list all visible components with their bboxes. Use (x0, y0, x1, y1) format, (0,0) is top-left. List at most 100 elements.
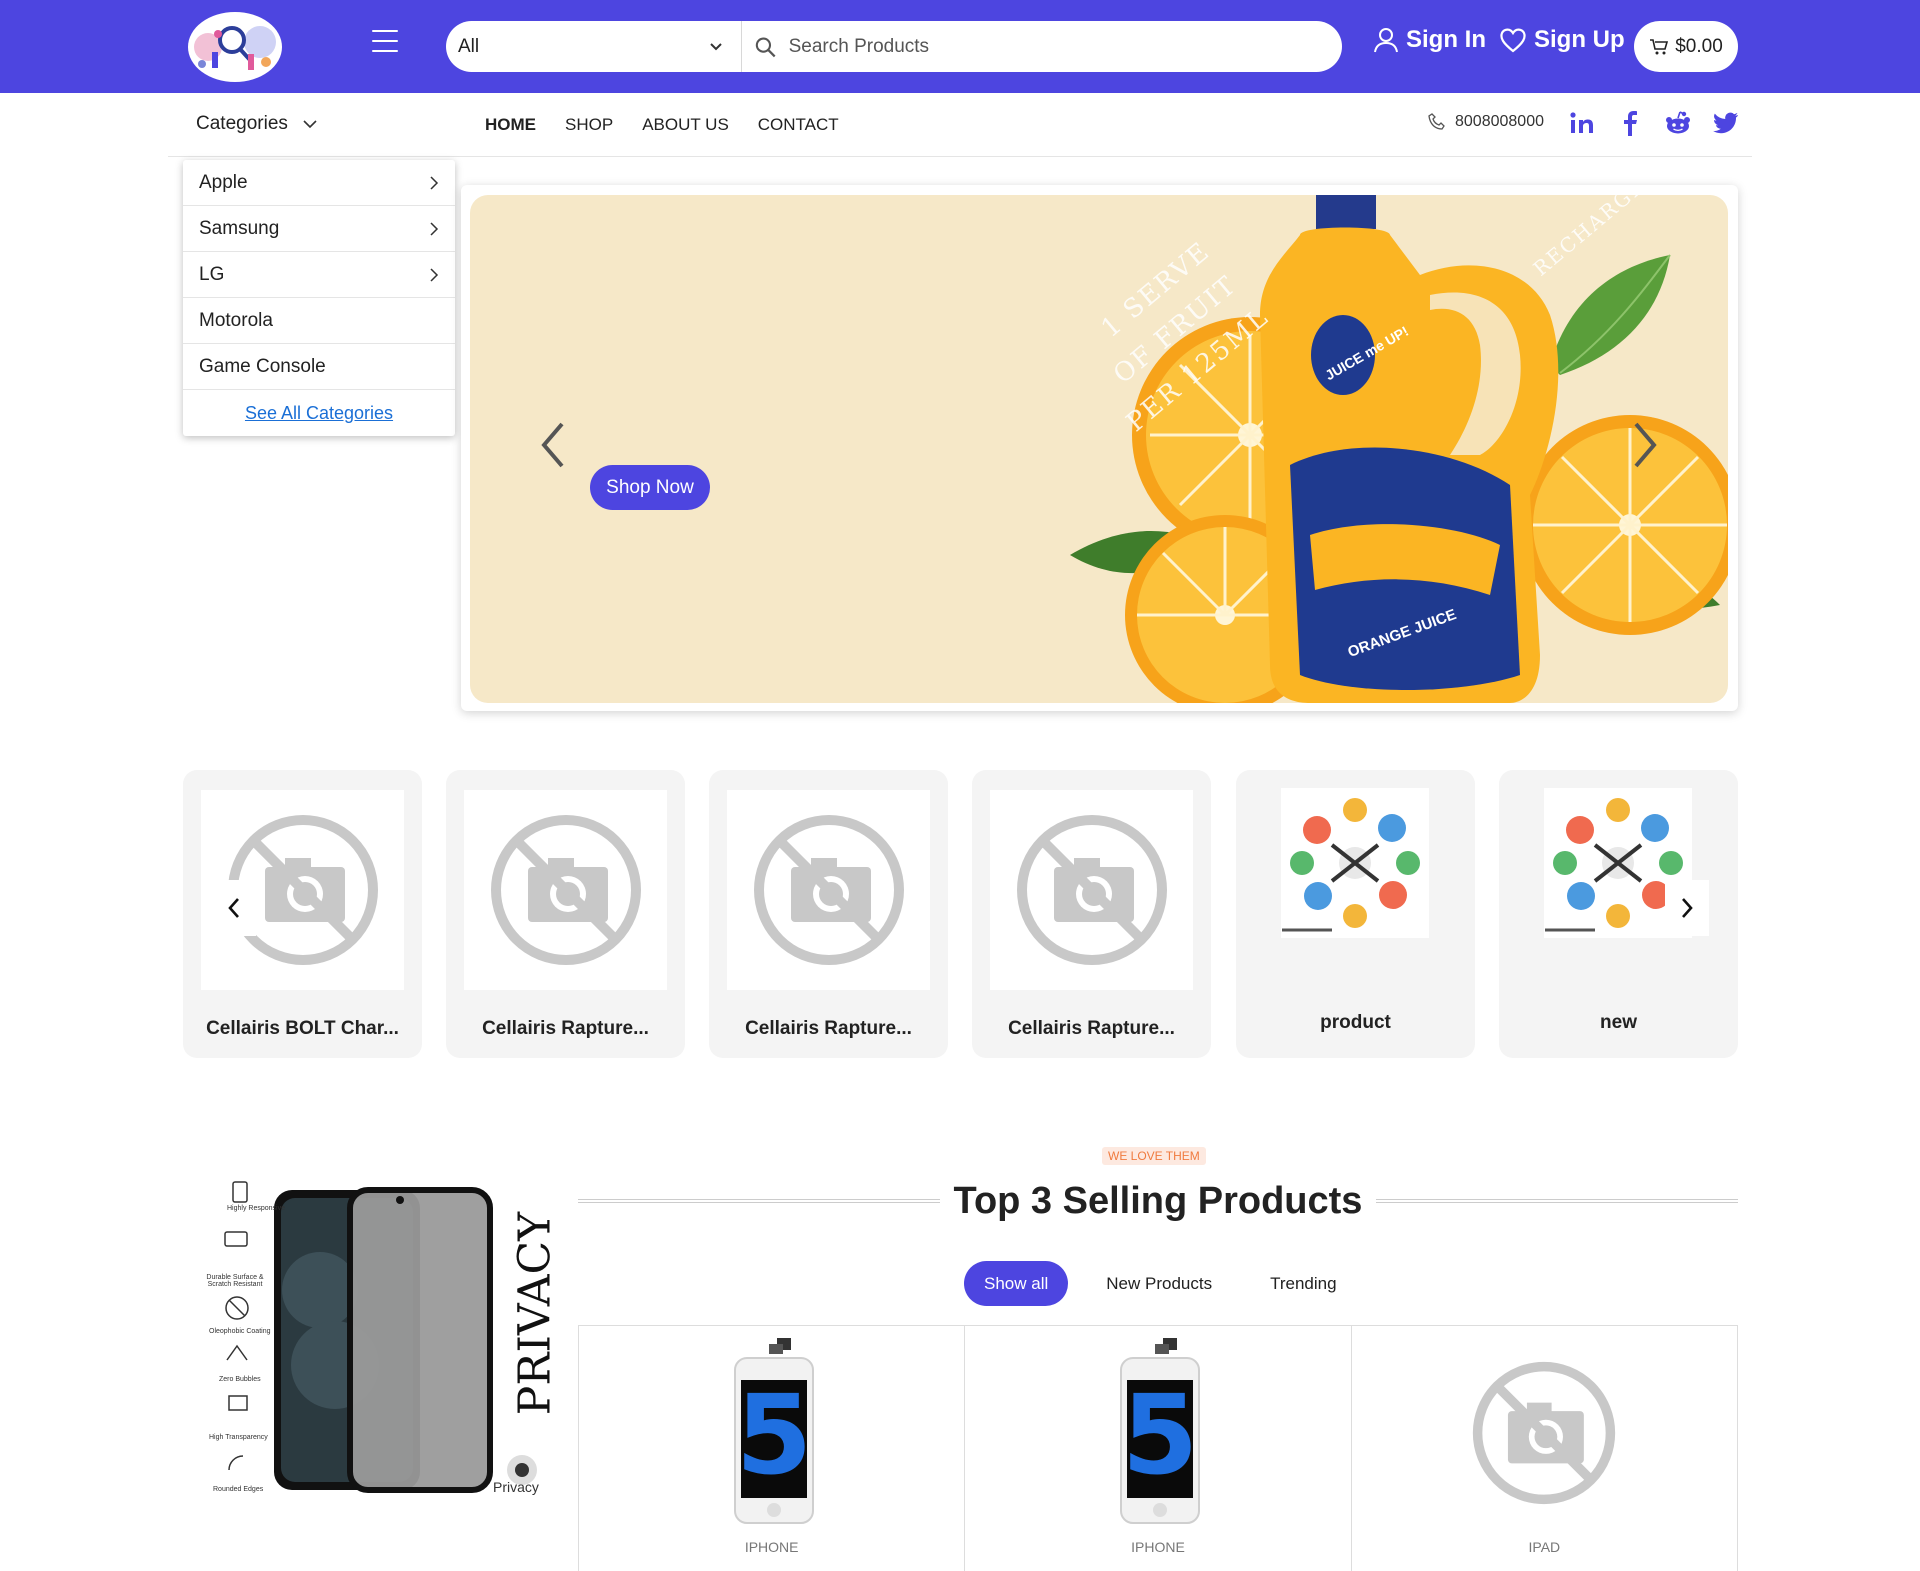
feature-label: Zero Bubbles (219, 1376, 261, 1383)
product-card[interactable]: Cellairis Rapture... (972, 770, 1211, 1058)
category-label: Motorola (199, 309, 273, 331)
promo-corner-text: Privacy (493, 1479, 539, 1495)
category-item-motorola[interactable]: Motorola (183, 298, 455, 344)
facebook-icon[interactable] (1616, 109, 1644, 137)
hero-prev-arrow[interactable] (538, 420, 568, 475)
shop-now-button[interactable]: Shop Now (590, 465, 710, 510)
category-label: Apple (199, 171, 248, 193)
category-item-game-console[interactable]: Game Console (183, 344, 455, 390)
contact-phone[interactable]: 8008008000 (1428, 113, 1544, 131)
product-card[interactable]: Cellairis Rapture... (446, 770, 685, 1058)
chevron-left-icon (541, 422, 564, 468)
top-product-card[interactable]: 5 IPHONE (579, 1326, 966, 1571)
carousel-next-button[interactable] (1665, 880, 1709, 936)
category-item-samsung[interactable]: Samsung (183, 206, 455, 252)
hero-next-arrow[interactable] (1630, 420, 1660, 475)
no-image-icon (1473, 1361, 1616, 1505)
product-category: IPAD (1528, 1539, 1561, 1555)
search-icon[interactable] (754, 35, 777, 59)
chevron-down-icon (303, 120, 317, 129)
product-thumbnail (464, 790, 667, 990)
section-title: Top 3 Selling Products (953, 1180, 1363, 1222)
team-illustration (1282, 798, 1420, 932)
top-selling-grid: 5 IPHONE 5 IPHONE IPAD (578, 1325, 1738, 1571)
no-image-icon (753, 815, 904, 965)
product-card[interactable]: Cellairis Rapture... (709, 770, 948, 1058)
nav-about-us[interactable]: ABOUT US (642, 115, 729, 135)
search-bar: All (446, 21, 1342, 72)
categories-dropdown-button[interactable]: Categories (196, 113, 318, 135)
twitter-icon[interactable] (1712, 109, 1740, 137)
tab-trending[interactable]: Trending (1270, 1274, 1336, 1294)
carousel-prev-button[interactable] (212, 880, 256, 936)
feature-label: Durable Surface & Scratch Resistant (206, 1274, 264, 1288)
chevron-left-icon (228, 898, 239, 918)
product-card[interactable]: product (1236, 770, 1475, 1058)
category-label: LG (199, 263, 225, 285)
tab-new-products[interactable]: New Products (1106, 1274, 1212, 1294)
no-image-icon (1016, 815, 1167, 965)
no-image-icon (490, 815, 641, 965)
iphone-5-screen-image: 5 (733, 1338, 814, 1524)
feature-label: Highly Responsive (227, 1205, 285, 1212)
product-name: Cellairis Rapture... (1008, 1018, 1175, 1039)
screen-protector-illustration (224, 1181, 537, 1493)
category-menu: Apple Samsung LG Motorola Game Console S… (183, 160, 455, 436)
cart-total: $0.00 (1675, 35, 1723, 57)
product-filter-tabs: Show all New Products Trending (964, 1261, 1395, 1306)
privacy-promo-image[interactable]: Highly Responsive Durable Surface & Scra… (205, 1180, 561, 1500)
chevron-right-icon (430, 221, 439, 236)
social-links (1568, 109, 1740, 137)
category-item-apple[interactable]: Apple (183, 160, 455, 206)
product-name: product (1320, 1012, 1391, 1033)
sign-in-label: Sign In (1406, 26, 1486, 53)
product-name: Cellairis BOLT Char... (206, 1018, 399, 1039)
nav-home[interactable]: HOME (485, 115, 536, 135)
linkedin-icon[interactable] (1568, 109, 1596, 137)
product-thumbnail: 5 (1078, 1338, 1238, 1528)
categories-label: Categories (196, 113, 288, 134)
site-logo[interactable] (188, 12, 282, 82)
feature-label: Oleophobic Coating (209, 1328, 271, 1335)
see-all-categories-link[interactable]: See All Categories (183, 390, 455, 436)
feature-label: Rounded Edges (213, 1486, 264, 1493)
user-icon (1374, 28, 1398, 53)
promo-vertical-text: PRIVACY (509, 1211, 561, 1416)
secondary-nav: Categories HOME SHOP ABOUT US CONTACT 80… (168, 93, 1752, 157)
sign-in-link[interactable]: Sign In (1372, 26, 1486, 54)
menu-toggle-icon[interactable] (372, 30, 398, 52)
category-label: Game Console (199, 355, 326, 377)
top-header: All Sign In Sign Up $0.00 (0, 0, 1920, 93)
chevron-right-icon (1634, 422, 1657, 468)
chevron-right-icon (1682, 898, 1693, 918)
sign-up-link[interactable]: Sign Up (1498, 26, 1625, 54)
cart-button[interactable]: $0.00 (1634, 21, 1738, 72)
top-product-card[interactable]: IPAD (1352, 1326, 1737, 1571)
product-category: IPHONE (1131, 1539, 1185, 1555)
search-category-select[interactable]: All (446, 21, 742, 72)
search-category-value: All (458, 35, 480, 57)
iphone-5-screen-image: 5 (1119, 1338, 1200, 1524)
product-name: Cellairis Rapture... (745, 1018, 912, 1039)
feature-label: High Transparency (209, 1434, 268, 1441)
product-name: new (1600, 1012, 1637, 1033)
hero-banner: 1 SERVE OF FRUIT PER 125ML RECHARGE JUIC… (470, 195, 1728, 703)
phone-number: 8008008000 (1455, 113, 1544, 130)
tab-show-all[interactable]: Show all (964, 1261, 1069, 1306)
cart-icon (1650, 38, 1669, 54)
section-eyebrow: WE LOVE THEM (1102, 1147, 1206, 1165)
reddit-icon[interactable] (1664, 109, 1692, 137)
top-product-card[interactable]: 5 IPHONE (965, 1326, 1352, 1571)
nav-shop[interactable]: SHOP (565, 115, 613, 135)
chevron-right-icon (430, 267, 439, 282)
svg-text:5: 5 (1122, 1371, 1199, 1499)
chevron-down-icon (710, 42, 722, 50)
nav-contact[interactable]: CONTACT (758, 115, 839, 135)
heart-icon (1500, 28, 1526, 53)
product-category: IPHONE (744, 1539, 799, 1555)
category-item-lg[interactable]: LG (183, 252, 455, 298)
product-name: Cellairis Rapture... (482, 1018, 649, 1039)
main-menu: HOME SHOP ABOUT US CONTACT (485, 115, 839, 135)
phone-icon (1428, 113, 1445, 130)
search-input[interactable] (788, 35, 1342, 58)
